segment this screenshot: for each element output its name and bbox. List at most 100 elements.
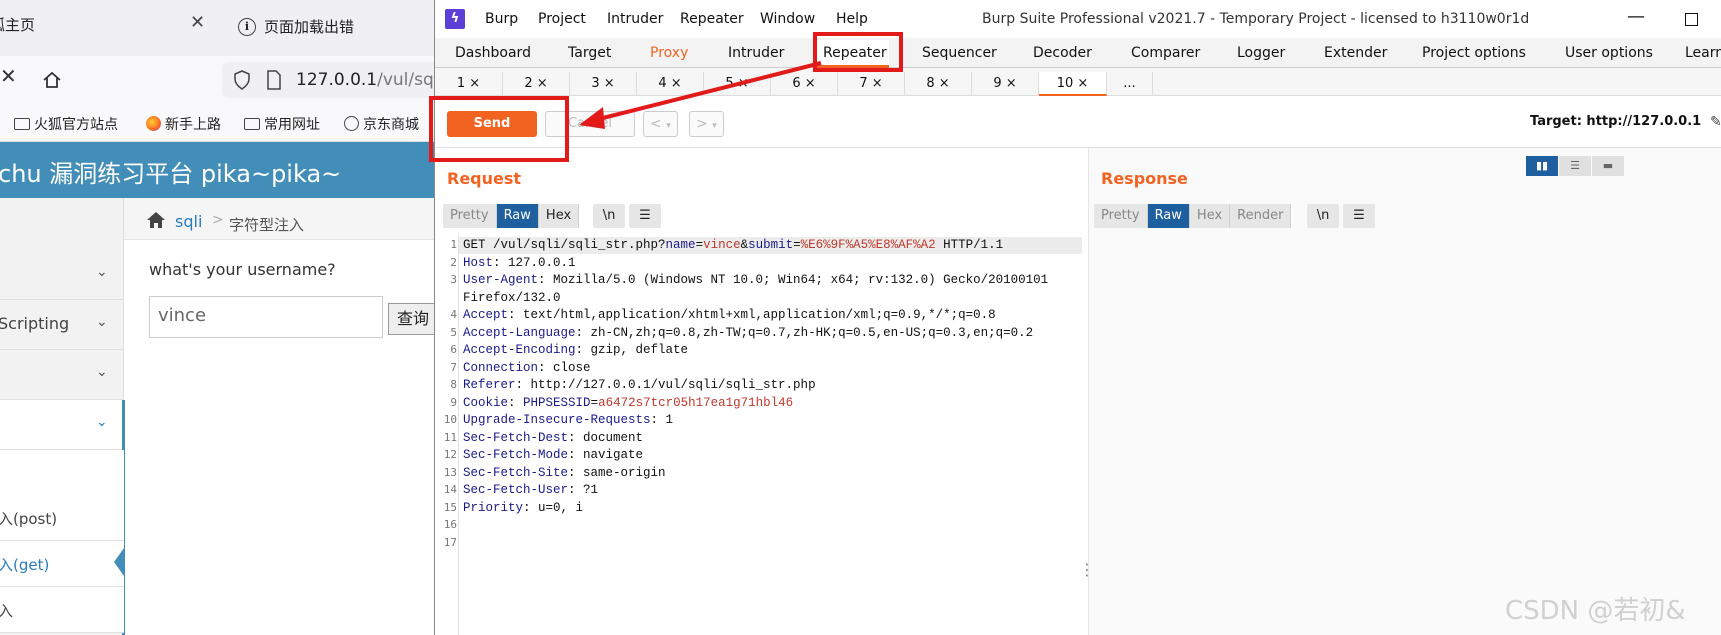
menu-icon[interactable]: ☰ bbox=[1343, 204, 1375, 228]
sidebar-subitem-post[interactable]: 入(post) bbox=[0, 495, 124, 541]
view-tab-pretty[interactable]: Pretty bbox=[1094, 204, 1148, 228]
menu-repeater[interactable]: Repeater bbox=[680, 11, 744, 27]
request-line: Sec-Fetch-Mode: navigate bbox=[463, 448, 643, 462]
repeater-tab-active[interactable]: 10 × bbox=[1039, 72, 1107, 96]
url-host: 127.0.0.1 bbox=[296, 70, 378, 90]
line-number: 14 bbox=[443, 483, 457, 496]
request-line: Host: 127.0.0.1 bbox=[463, 256, 576, 270]
chevron-down-icon: ⌄ bbox=[96, 264, 108, 280]
tab-user-options[interactable]: User options bbox=[1565, 45, 1653, 61]
page-icon bbox=[266, 70, 282, 94]
browser-tab-error[interactable]: 页面加载出错 bbox=[236, 16, 354, 37]
bookmark-item[interactable]: 新手上路 bbox=[146, 114, 221, 134]
url-path: /vul/sql bbox=[377, 70, 439, 90]
tab-project-options[interactable]: Project options bbox=[1422, 45, 1526, 61]
repeater-tab[interactable]: 1 × bbox=[435, 72, 503, 96]
request-view-tabs: Pretty Raw Hex bbox=[443, 204, 580, 228]
bookmark-item[interactable]: 火狐官方站点 bbox=[14, 114, 118, 134]
request-token: = bbox=[695, 238, 704, 252]
target-label[interactable]: Target: http://127.0.0.1 bbox=[1530, 114, 1701, 129]
bookmark-label: 火狐官方站点 bbox=[34, 117, 118, 133]
header-value: : Mozilla/5.0 (Windows NT 10.0; Win64; x… bbox=[538, 273, 1049, 287]
request-token: & bbox=[740, 238, 749, 252]
menu-window[interactable]: Window bbox=[760, 11, 815, 27]
request-line: User-Agent: Mozilla/5.0 (Windows NT 10.0… bbox=[463, 273, 1048, 287]
sidebar-subitem-get[interactable]: 入(get) bbox=[0, 541, 124, 587]
tab-close-icon[interactable]: ✕ bbox=[190, 12, 205, 33]
query-button[interactable]: 查询 bbox=[388, 303, 438, 335]
line-number: 3 bbox=[450, 273, 457, 286]
bookmark-item[interactable]: 常用网址 bbox=[244, 114, 320, 134]
edit-icon[interactable]: ✎ bbox=[1710, 114, 1721, 130]
line-number: 6 bbox=[450, 343, 457, 356]
tab-dashboard[interactable]: Dashboard bbox=[455, 45, 531, 61]
response-view-tabs: Pretty Raw Hex Render bbox=[1094, 204, 1292, 228]
sidebar-subitem[interactable] bbox=[0, 450, 124, 500]
menu-intruder[interactable]: Intruder bbox=[607, 11, 663, 27]
header-value: Firefox/132.0 bbox=[463, 290, 561, 305]
header-value: : text/html,application/xhtml+xml,applic… bbox=[508, 308, 996, 322]
tab-comparer[interactable]: Comparer bbox=[1131, 45, 1200, 61]
chevron-down-icon: ⌄ bbox=[96, 364, 108, 380]
bookmark-label: 京东商城 bbox=[363, 117, 419, 133]
breadcrumb-link[interactable]: sqli bbox=[175, 212, 202, 231]
sidebar-item-xss[interactable]: Scripting ⌄ bbox=[0, 300, 124, 350]
request-line: Connection: close bbox=[463, 361, 591, 375]
tab-logger[interactable]: Logger bbox=[1237, 45, 1285, 61]
sidebar-item[interactable]: ⌄ bbox=[0, 250, 124, 300]
repeater-tab-more[interactable]: ... bbox=[1107, 72, 1153, 96]
active-item-arrow bbox=[114, 548, 124, 576]
tab-extender[interactable]: Extender bbox=[1324, 45, 1387, 61]
tab-decoder[interactable]: Decoder bbox=[1033, 45, 1092, 61]
sidebar-item[interactable]: ⌄ bbox=[0, 350, 124, 400]
view-tab-pretty[interactable]: Pretty bbox=[443, 204, 497, 228]
request-line: Referer: http://127.0.0.1/vul/sqli/sqli_… bbox=[463, 378, 816, 392]
newline-toggle[interactable]: \n bbox=[593, 204, 625, 228]
sidebar-subitem[interactable]: 入 bbox=[0, 587, 124, 633]
menu-icon[interactable]: ☰ bbox=[629, 204, 661, 228]
username-input[interactable]: vince bbox=[149, 296, 383, 338]
home-icon[interactable] bbox=[42, 70, 62, 94]
line-number: 10 bbox=[443, 413, 457, 426]
close-icon[interactable]: ✕ bbox=[0, 64, 17, 88]
repeater-tab[interactable]: 2 × bbox=[503, 72, 570, 96]
repeater-tab[interactable]: 9 × bbox=[972, 72, 1039, 96]
menu-project[interactable]: Project bbox=[538, 11, 586, 27]
line-number: 15 bbox=[443, 500, 457, 514]
header-value: : ?1 bbox=[568, 483, 599, 497]
home-icon[interactable] bbox=[146, 211, 166, 233]
menu-burp[interactable]: Burp bbox=[485, 11, 518, 27]
username-label: what's your username? bbox=[149, 260, 336, 279]
repeater-tab[interactable]: 8 × bbox=[905, 72, 972, 96]
header-name: Referer bbox=[463, 378, 516, 392]
breadcrumb-separator: > bbox=[212, 212, 224, 228]
line-number: 8 bbox=[450, 378, 457, 391]
request-line: Sec-Fetch-Site: same-origin bbox=[463, 466, 666, 480]
browser-tab-home[interactable]: 狐主页 bbox=[0, 14, 35, 42]
view-tab-hex[interactable]: Hex bbox=[538, 204, 580, 228]
view-tab-render[interactable]: Render bbox=[1230, 204, 1292, 228]
layout-tabs-icon[interactable]: ▬ bbox=[1592, 156, 1624, 176]
menu-help[interactable]: Help bbox=[836, 11, 868, 27]
repeater-tab[interactable]: 7 × bbox=[838, 72, 905, 96]
request-line: Priority: u=0, i bbox=[463, 501, 583, 515]
newline-toggle[interactable]: \n bbox=[1307, 204, 1339, 228]
line-number: 9 bbox=[450, 395, 457, 409]
layout-side-by-side-icon[interactable]: ▮▮ bbox=[1526, 156, 1558, 176]
layout-stacked-icon[interactable]: ☰ bbox=[1559, 156, 1591, 176]
header-name: Sec-Fetch-Mode bbox=[463, 448, 569, 462]
tab-sequencer[interactable]: Sequencer bbox=[922, 45, 997, 61]
header-value: : close bbox=[538, 360, 591, 375]
tab-learn[interactable]: Learn bbox=[1685, 45, 1721, 61]
bookmark-item[interactable]: 京东商城 bbox=[344, 114, 419, 134]
chevron-down-icon: ⌄ bbox=[96, 314, 108, 330]
view-tab-raw[interactable]: Raw bbox=[1147, 204, 1190, 228]
sidebar-item-sqli[interactable]: ⌄ bbox=[0, 400, 124, 450]
annotation-arrow bbox=[579, 61, 822, 129]
maximize-icon[interactable] bbox=[1685, 13, 1698, 26]
view-tab-raw[interactable]: Raw bbox=[496, 204, 539, 228]
header-name: Cookie bbox=[463, 395, 509, 410]
minimize-icon[interactable]: — bbox=[1627, 6, 1645, 27]
view-tab-hex[interactable]: Hex bbox=[1189, 204, 1231, 228]
sidebar-item-label: 入 bbox=[0, 602, 14, 620]
